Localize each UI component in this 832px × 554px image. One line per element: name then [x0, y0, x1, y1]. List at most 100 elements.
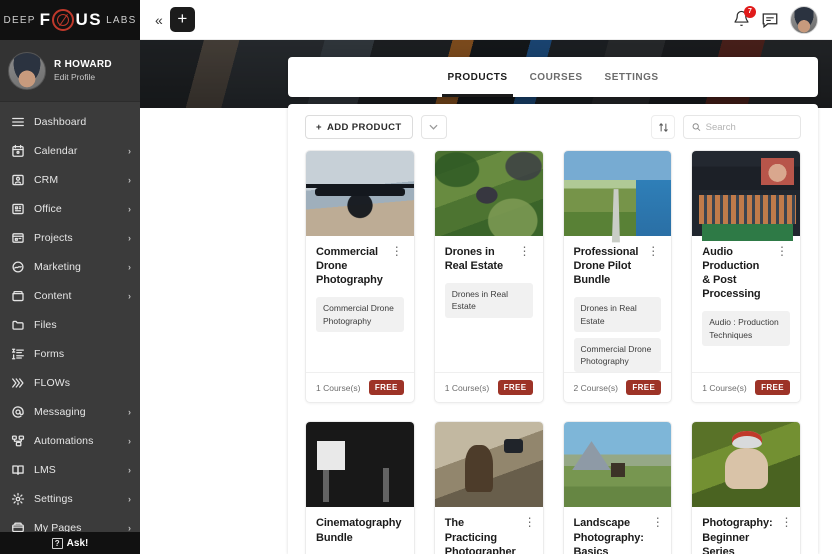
course-count: 2 Course(s)	[574, 383, 618, 393]
chevron-right-icon: ›	[128, 146, 131, 156]
search-box[interactable]	[683, 115, 801, 139]
sidebar-item-my-pages[interactable]: My Pages›	[0, 513, 140, 532]
image-overlay	[435, 151, 543, 236]
chevron-down-icon	[429, 124, 438, 130]
tab-products[interactable]: PRODUCTS	[436, 57, 518, 97]
chevron-right-icon: ›	[128, 494, 131, 504]
sidebar-item-files[interactable]: Files	[0, 310, 140, 339]
mountain-landscape-photo	[564, 422, 672, 507]
products-toolbar: + ADD PRODUCT	[288, 104, 818, 150]
folder-icon	[11, 318, 25, 332]
ask-button[interactable]: ? Ask!	[0, 532, 140, 554]
calendar-icon	[11, 144, 25, 158]
sidebar-item-label: Settings	[34, 493, 119, 505]
sidebar-item-flows[interactable]: FLOWs	[0, 368, 140, 397]
sidebar-item-label: Dashboard	[34, 116, 131, 128]
profile-block[interactable]: R HOWARD Edit Profile	[0, 40, 140, 102]
image-overlay	[564, 422, 672, 507]
chat-icon[interactable]	[761, 11, 779, 29]
product-tags: Drones in Real Estate	[445, 283, 533, 318]
product-menu-button[interactable]: ⋮	[517, 245, 533, 257]
collapse-sidebar-button[interactable]: «	[148, 13, 170, 27]
search-input[interactable]	[706, 122, 792, 133]
brand-text-right: LABS	[106, 15, 136, 26]
product-card-body: Audio Production & Post Processing⋮Audio…	[692, 236, 800, 372]
sidebar-item-label: Office	[34, 203, 119, 215]
chevron-right-icon: ›	[128, 523, 131, 533]
photographer-on-cliff-photo	[435, 422, 543, 507]
product-card-body: The Practicing Photographer⋮The Practici…	[435, 507, 543, 554]
products-panel: + ADD PRODUCT	[288, 104, 818, 554]
chevron-right-icon: ›	[128, 291, 131, 301]
brand-letter-u: U	[75, 10, 89, 30]
brand-logo[interactable]: DEEP F U S LABS	[0, 0, 140, 40]
sidebar-item-forms[interactable]: Forms	[0, 339, 140, 368]
product-tag: Commercial Drone Photography	[574, 338, 662, 373]
product-card[interactable]: Photography: Beginner Series⋮Understandi…	[691, 421, 801, 554]
product-menu-button[interactable]: ⋮	[389, 245, 405, 257]
product-card-body: Landscape Photography: Basics⋮Photograph…	[564, 507, 672, 554]
product-menu-button[interactable]: ⋮	[407, 516, 414, 528]
product-card[interactable]: Professional Drone Pilot Bundle⋮Drones i…	[563, 150, 673, 403]
course-count: 1 Course(s)	[316, 383, 360, 393]
product-card-body: Photography: Beginner Series⋮Understandi…	[692, 507, 800, 554]
course-count: 1 Course(s)	[445, 383, 489, 393]
product-card[interactable]: Landscape Photography: Basics⋮Photograph…	[563, 421, 673, 554]
sidebar-item-label: Messaging	[34, 406, 119, 418]
product-menu-button[interactable]: ⋮	[645, 245, 661, 257]
product-menu-button[interactable]: ⋮	[779, 516, 795, 528]
product-menu-button[interactable]: ⋮	[774, 245, 790, 257]
course-count: 1 Course(s)	[702, 383, 746, 393]
product-menu-button[interactable]: ⋮	[650, 516, 666, 528]
image-overlay	[692, 151, 800, 236]
tab-settings[interactable]: SETTINGS	[594, 57, 670, 97]
add-product-button[interactable]: + ADD PRODUCT	[305, 115, 413, 139]
chevron-right-icon: ›	[128, 233, 131, 243]
product-card-body: Drones in Real Estate⋮Drones in Real Est…	[435, 236, 543, 372]
product-title: Audio Production & Post Processing	[702, 245, 768, 301]
aerial-estate-photo	[435, 151, 543, 236]
product-menu-button[interactable]: ⋮	[522, 516, 538, 528]
image-overlay	[306, 422, 414, 507]
product-card[interactable]: Cinematography Bundle⋮Cinematography Bun…	[305, 421, 415, 554]
avatar	[8, 52, 46, 90]
product-tag: Drones in Real Estate	[445, 283, 533, 318]
sidebar-item-label: Marketing	[34, 261, 119, 273]
product-card-header: Drones in Real Estate⋮	[445, 245, 533, 273]
sidebar-item-crm[interactable]: CRM›	[0, 165, 140, 194]
product-card-footer: 1 Course(s)FREE	[435, 372, 543, 402]
book-icon	[11, 463, 25, 477]
sidebar-item-calendar[interactable]: Calendar ›	[0, 136, 140, 165]
notifications-button[interactable]: 7	[733, 10, 750, 29]
product-card[interactable]: The Practicing Photographer⋮The Practici…	[434, 421, 544, 554]
sidebar-item-label: Calendar	[34, 145, 119, 157]
sidebar-item-settings[interactable]: Settings ›	[0, 484, 140, 513]
menu-icon	[11, 115, 25, 129]
product-title: Cinematography Bundle	[316, 516, 401, 544]
product-title: Landscape Photography: Basics	[574, 516, 644, 554]
product-card-header: The Practicing Photographer⋮	[445, 516, 533, 554]
coastal-road-photo	[564, 151, 672, 236]
sidebar-item-messaging[interactable]: Messaging›	[0, 397, 140, 426]
sidebar-item-dashboard[interactable]: Dashboard	[0, 107, 140, 136]
sidebar-item-automations[interactable]: Automations›	[0, 426, 140, 455]
tab-courses[interactable]: COURSES	[519, 57, 594, 97]
product-title: Professional Drone Pilot Bundle	[574, 245, 640, 287]
product-card[interactable]: Commercial Drone Photography⋮Commercial …	[305, 150, 415, 403]
edit-profile-link[interactable]: Edit Profile	[54, 72, 112, 82]
notification-badge: 7	[744, 6, 756, 18]
brand-focus: F U S	[40, 9, 103, 31]
user-avatar-button[interactable]	[790, 6, 818, 34]
product-card[interactable]: Drones in Real Estate⋮Drones in Real Est…	[434, 150, 544, 403]
product-card-footer: 1 Course(s)FREE	[306, 372, 414, 402]
sort-button[interactable]	[651, 115, 675, 139]
product-tag: Commercial Drone Photography	[316, 297, 404, 332]
sidebar-item-marketing[interactable]: Marketing›	[0, 252, 140, 281]
sidebar-item-content[interactable]: Content›	[0, 281, 140, 310]
product-card[interactable]: Audio Production & Post Processing⋮Audio…	[691, 150, 801, 403]
quick-add-button[interactable]: +	[170, 7, 195, 32]
sidebar-item-lms[interactable]: LMS›	[0, 455, 140, 484]
sidebar-item-projects[interactable]: Projects›	[0, 223, 140, 252]
add-product-dropdown-button[interactable]	[421, 115, 447, 139]
sidebar-item-office[interactable]: Office›	[0, 194, 140, 223]
